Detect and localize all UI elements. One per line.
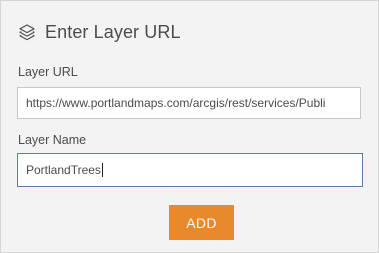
layer-url-value: https://www.portlandmaps.com/arcgis/rest… — [26, 96, 326, 110]
panel-header: Enter Layer URL — [18, 20, 181, 44]
add-button[interactable]: ADD — [169, 205, 234, 240]
layers-icon — [18, 23, 36, 41]
layer-url-input[interactable]: https://www.portlandmaps.com/arcgis/rest… — [17, 87, 361, 119]
layer-url-label: Layer URL — [18, 65, 78, 79]
enter-layer-url-panel: Enter Layer URL Layer URL https://www.po… — [0, 0, 379, 253]
layer-name-label: Layer Name — [18, 133, 87, 147]
text-caret — [101, 162, 103, 177]
layer-name-value: PortlandTrees — [26, 163, 101, 177]
panel-title: Enter Layer URL — [45, 21, 181, 42]
layer-name-input[interactable]: PortlandTrees — [17, 153, 363, 187]
